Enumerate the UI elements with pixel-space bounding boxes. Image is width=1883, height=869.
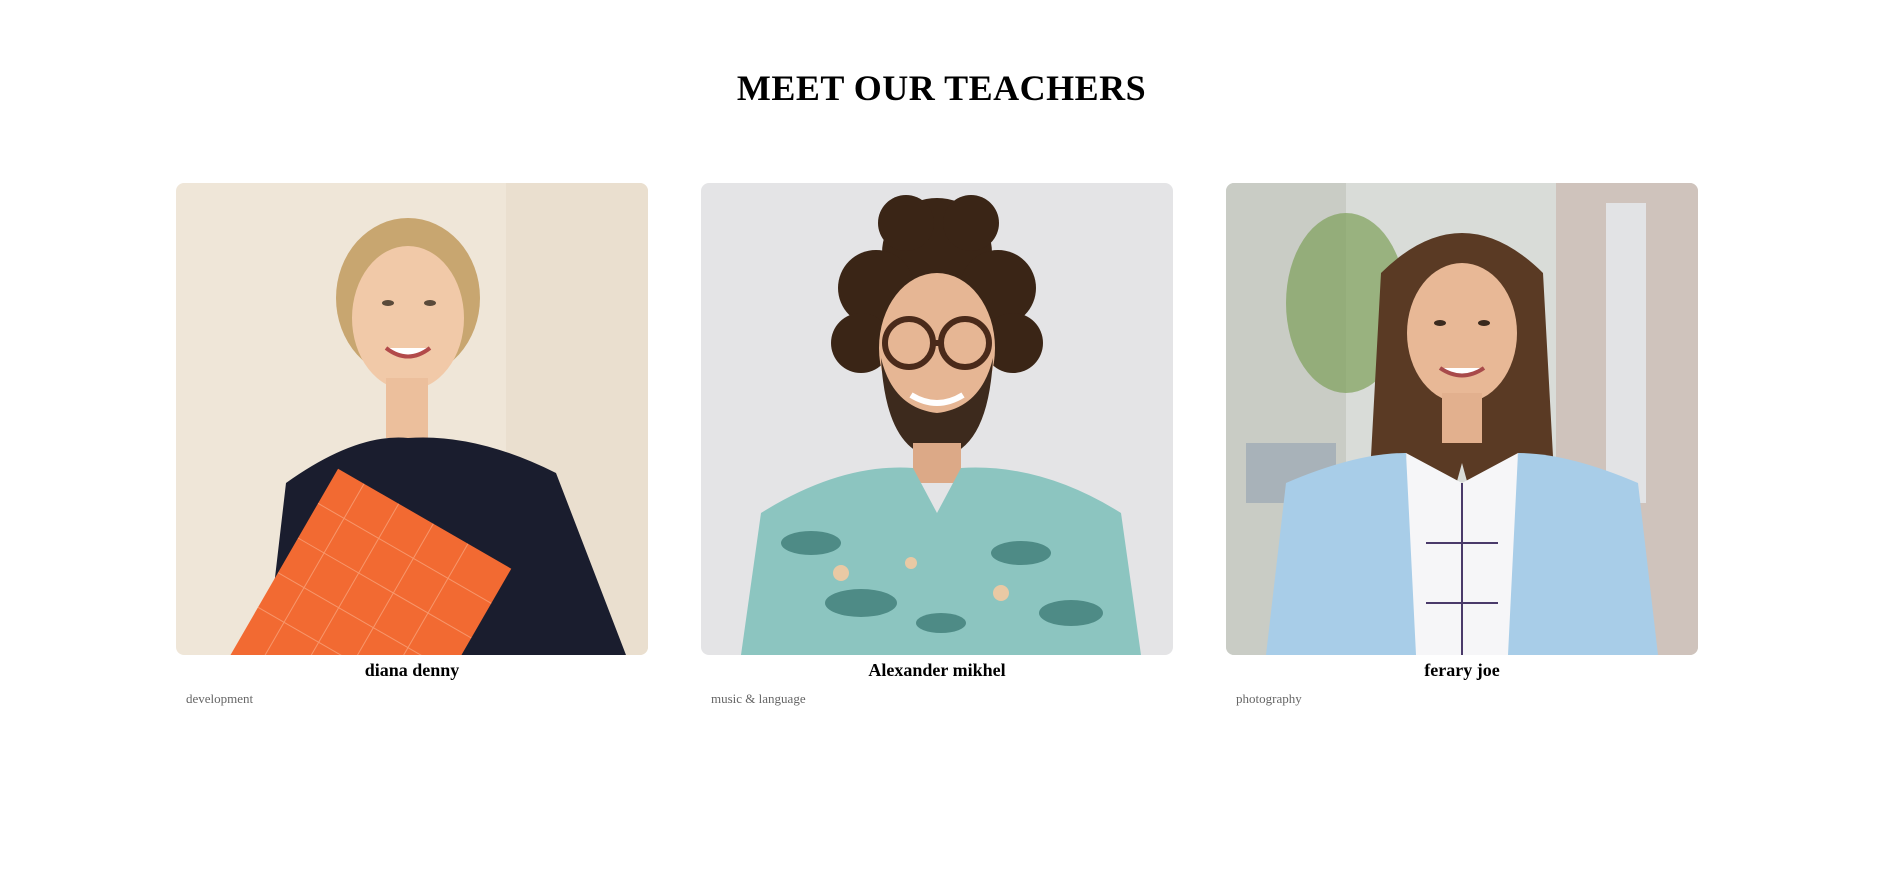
- teacher-subject: music & language: [711, 691, 806, 706]
- teacher-photo-diana: [176, 183, 648, 655]
- teacher-card[interactable]: Alexander mikhel music & language: [701, 183, 1173, 707]
- teacher-name: ferary joe: [1424, 660, 1500, 680]
- teacher-card[interactable]: ferary joe photography: [1226, 183, 1698, 707]
- teacher-photo-alexander: [701, 183, 1173, 655]
- section-title: MEET OUR TEACHERS: [736, 68, 1147, 108]
- teacher-subject: development: [186, 691, 254, 706]
- teacher-photo-ferary: [1226, 183, 1698, 655]
- teacher-name: Alexander mikhel: [868, 660, 1006, 680]
- teachers-grid: diana denny development Alexander mikhel…: [176, 183, 1698, 707]
- teacher-card[interactable]: diana denny development: [176, 183, 648, 707]
- teacher-name: diana denny: [364, 660, 460, 680]
- teacher-subject: photography: [1236, 691, 1302, 706]
